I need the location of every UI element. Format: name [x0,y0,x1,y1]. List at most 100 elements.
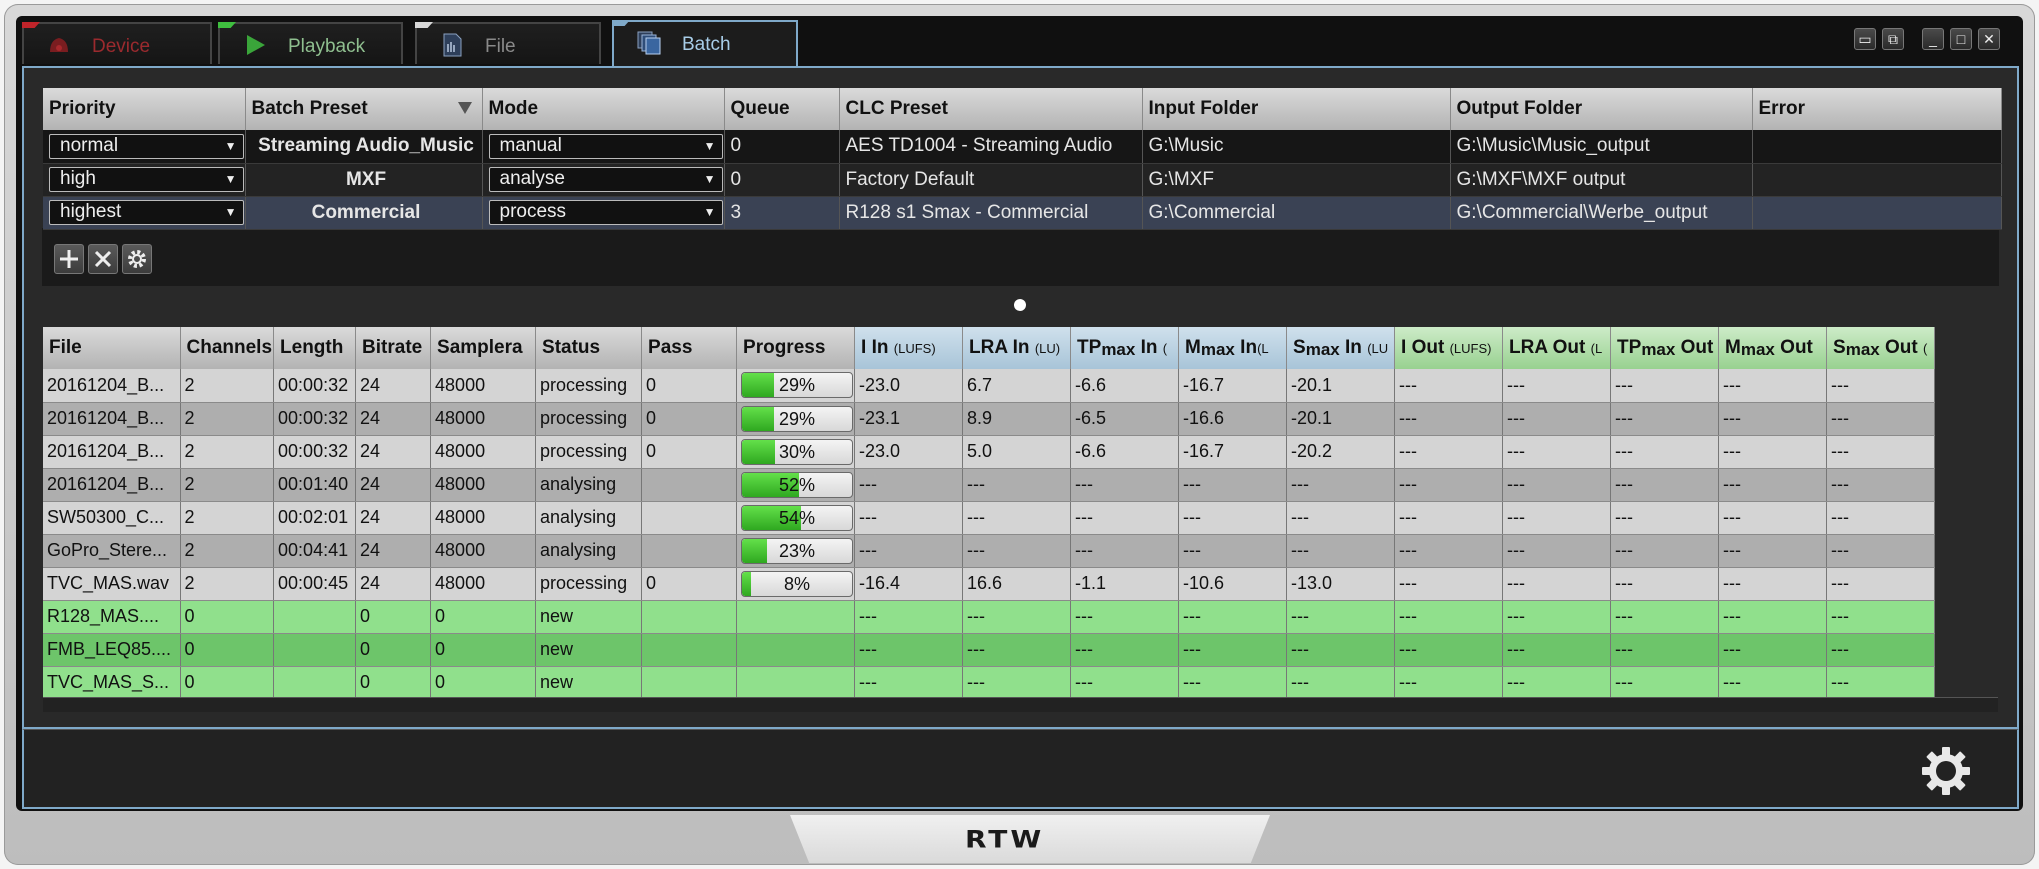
output-folder-cell: G:\Commercial\Werbe_output [1450,196,1753,230]
col-smax-in[interactable]: Smax In (LU [1286,327,1396,369]
file-row[interactable]: 20161204_B... 2 00:00:32 24 48000 processing 0… [43,369,1936,403]
i-out-cell: --- [1394,534,1504,568]
col-tpmax-in[interactable]: TPmax In ( [1070,327,1180,369]
col-error[interactable]: Error [1752,88,2002,130]
col-length[interactable]: Length [273,327,357,369]
channels-cell: 2 [180,402,275,436]
pass-cell: 0 [641,402,738,436]
batch-row[interactable]: high ▼ MXF analyse ▼ 0 Factory Default G:\MXF G:… [43,163,2002,197]
samplerate-cell: 48000 [430,534,537,568]
tab-playback[interactable]: Playback [218,22,403,64]
bottom-bar: RTW [0,815,2039,869]
col-channels[interactable]: Channels [180,327,275,369]
file-row[interactable]: FMB_LEQ85.... 0 0 0 new --- --- --- --- --- --- ---… [43,633,1936,667]
col-lra-out[interactable]: LRA Out (L [1502,327,1612,369]
close-icon[interactable]: ✕ [1978,28,2000,50]
col-lra-in[interactable]: LRA In (LU) [962,327,1072,369]
file-cell: TVC_MAS_S... [43,666,181,700]
pass-cell: 0 [641,369,738,403]
mode-select[interactable]: analyse ▼ [488,167,723,192]
col-i-in[interactable]: I In (LUFS) [854,327,964,369]
col-output-folder[interactable]: Output Folder [1450,88,1753,130]
mode-select[interactable]: process ▼ [488,200,723,225]
s-in-cell: -20.1 [1286,369,1396,403]
tp-in-cell: -6.5 [1070,402,1180,436]
s-out-cell: --- [1826,633,1936,667]
tab-accent [415,22,433,28]
tp-out-cell: --- [1610,534,1720,568]
restore-small-icon[interactable]: ▭ [1854,28,1876,50]
tab-batch[interactable]: Batch [612,20,798,66]
col-progress[interactable]: Progress [736,327,856,369]
tab-device[interactable]: Device [22,22,212,64]
col-clc-preset[interactable]: CLC Preset [839,88,1143,130]
chevron-down-icon: ▼ [224,138,237,153]
splitter-handle[interactable] [1014,299,1026,311]
length-cell: 00:02:01 [273,501,357,535]
col-lra-out-label: LRA Out [1509,337,1586,358]
add-button[interactable] [54,244,84,274]
file-cell: FMB_LEQ85.... [43,633,181,667]
tp-out-cell: --- [1610,435,1720,469]
lra-in-cell: 6.7 [962,369,1072,403]
col-queue[interactable]: Queue [724,88,840,130]
mode-select[interactable]: manual ▼ [488,133,723,159]
batch-row[interactable]: highest ▼ Commercial process ▼ 3 R128 s1 Smax … [43,196,2002,230]
priority-select[interactable]: highest ▼ [49,200,244,225]
status-cell: new [535,633,643,667]
col-pass[interactable]: Pass [641,327,738,369]
channels-cell: 0 [180,666,275,700]
m-out-cell: --- [1718,600,1828,634]
col-status[interactable]: Status [535,327,643,369]
channels-cell: 2 [180,468,275,502]
clc-preset-cell: R128 s1 Smax - Commercial [839,196,1143,230]
restore-double-icon[interactable]: ⧉ [1882,28,1904,50]
progress-label: 54% [779,507,816,528]
minimize-icon[interactable]: _ [1922,28,1944,50]
status-cell: new [535,666,643,700]
samplerate-cell: 48000 [430,468,537,502]
priority-select[interactable]: high ▼ [49,167,244,192]
settings-button[interactable] [122,244,152,274]
col-mmax-out[interactable]: Mmax Out [1718,327,1828,369]
col-i-out-label: I Out [1401,337,1445,358]
col-lra-in-label: LRA In [969,337,1030,358]
col-file[interactable]: File [43,327,181,369]
col-mmax-in[interactable]: Mmax In(L [1178,327,1288,369]
file-row[interactable]: TVC_MAS.wav 2 00:00:45 24 48000 processing 0 8%… [43,567,1936,601]
col-input-folder[interactable]: Input Folder [1142,88,1451,130]
file-row[interactable]: GoPro_Stere... 2 00:04:41 24 48000 analysing 2… [43,534,1936,568]
col-mode[interactable]: Mode [482,88,725,130]
length-cell: 00:00:32 [273,435,357,469]
tp-in-cell: --- [1070,666,1180,700]
bitrate-cell: 24 [355,534,432,568]
chevron-down-icon: ▼ [703,138,716,153]
col-tpmax-out[interactable]: TPmax Out [1610,327,1720,369]
col-samplerate[interactable]: Samplera [430,327,537,369]
col-bitrate[interactable]: Bitrate [355,327,432,369]
batch-header-row: Priority Batch Preset Mode Queue CLC Pre… [43,88,2002,130]
file-row[interactable]: R128_MAS.... 0 0 0 new --- --- --- --- --- --- --- -… [43,600,1936,634]
length-cell: 00:01:40 [273,468,357,502]
progress-bar: 30% [741,438,854,465]
tab-label: Batch [682,34,731,55]
file-row[interactable]: SW50300_C... 2 00:02:01 24 48000 analysing 54%… [43,501,1936,535]
file-cell: 20161204_B... [43,468,181,502]
lra-in-cell: --- [962,534,1072,568]
tab-file[interactable]: File [415,22,601,64]
remove-button[interactable] [88,244,118,274]
gear-icon[interactable] [1920,745,1972,797]
i-out-cell: --- [1394,666,1504,700]
col-priority[interactable]: Priority [43,88,246,130]
maximize-icon[interactable]: □ [1950,28,1972,50]
bitrate-cell: 24 [355,369,432,403]
priority-select[interactable]: normal ▼ [49,133,244,159]
col-i-out[interactable]: I Out (LUFS) [1394,327,1504,369]
file-row[interactable]: TVC_MAS_S... 0 0 0 new --- --- --- --- --- --- --- -… [43,666,1936,700]
col-smax-out[interactable]: Smax Out ( [1826,327,1936,369]
file-row[interactable]: 20161204_B... 2 00:01:40 24 48000 analysing 52… [43,468,1936,502]
file-row[interactable]: 20161204_B... 2 00:00:32 24 48000 processing 0… [43,402,1936,436]
file-row[interactable]: 20161204_B... 2 00:00:32 24 48000 processing 0… [43,435,1936,469]
col-batch-preset[interactable]: Batch Preset [245,88,483,130]
batch-row[interactable]: normal ▼ Streaming Audio_Music manual ▼ 0 AES … [43,130,2002,164]
